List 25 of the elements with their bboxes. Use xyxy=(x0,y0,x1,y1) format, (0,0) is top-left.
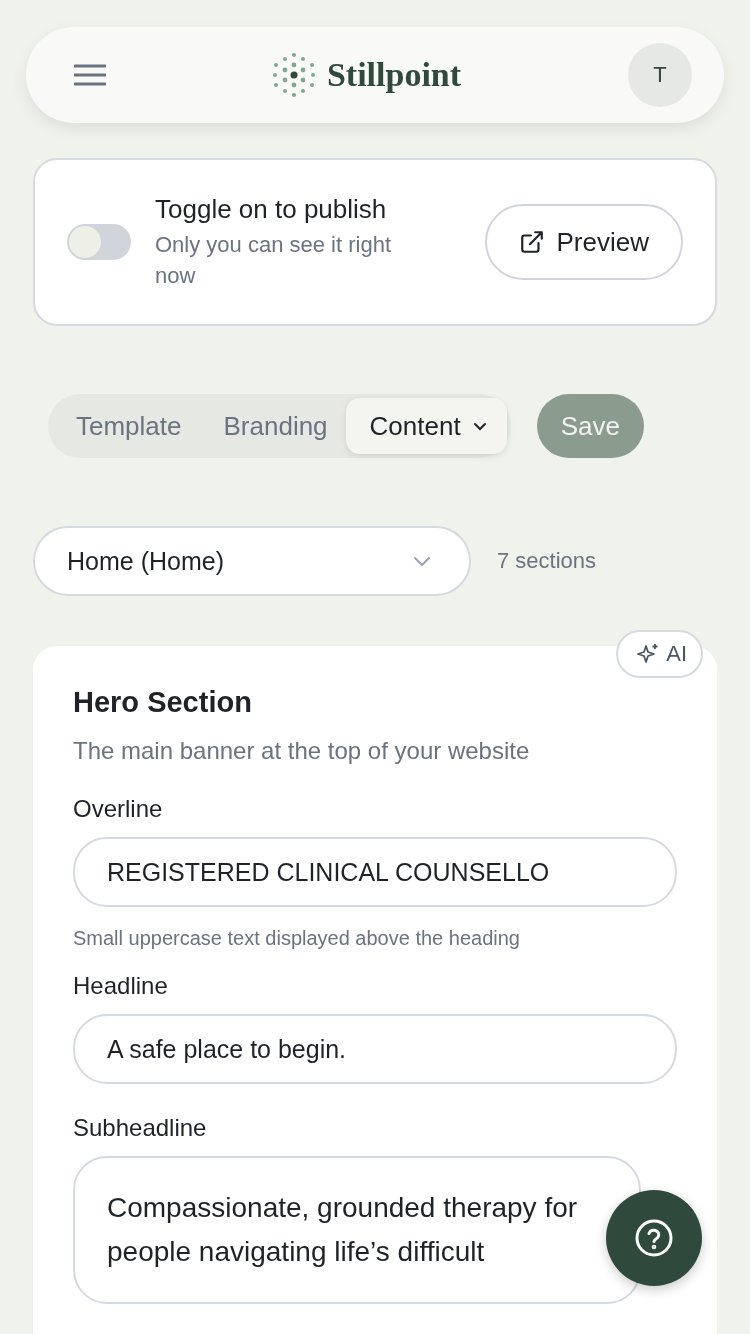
ai-button[interactable]: AI xyxy=(616,630,703,678)
logo-text: Stillpoint xyxy=(326,56,462,94)
publish-toggle[interactable] xyxy=(67,224,131,260)
menu-icon[interactable] xyxy=(74,63,106,87)
field-label: Subheadline xyxy=(73,1114,208,1142)
section-description: The main banner at the top of your website xyxy=(73,737,531,765)
tab[interactable]: Template xyxy=(52,398,200,454)
tab[interactable]: Branding xyxy=(199,398,346,454)
field-hint: Small uppercase text displayed above the heading xyxy=(73,927,521,950)
section-count: 7 sections xyxy=(497,548,597,574)
external-link-icon xyxy=(518,229,545,255)
publish-subtitle: Only you can see it right now xyxy=(155,230,392,290)
dotted-circle-icon xyxy=(272,52,315,98)
sparkle-icon xyxy=(636,642,661,666)
page-select[interactable]: Home (Home) xyxy=(33,526,471,596)
input-field[interactable]: REGISTERED CLINICAL COUNSELLO xyxy=(73,837,677,907)
preview-button[interactable]: Preview xyxy=(484,204,683,280)
avatar[interactable]: T xyxy=(628,43,692,107)
field-label: Overline xyxy=(73,795,164,823)
input-field[interactable]: A safe place to begin. xyxy=(73,1014,677,1084)
help-icon xyxy=(634,1218,674,1258)
tab[interactable]: Content xyxy=(345,398,507,454)
field-label: Headline xyxy=(73,972,169,1000)
publish-title: Toggle on to publish xyxy=(155,193,388,225)
section-title: Hero Section xyxy=(73,686,253,719)
